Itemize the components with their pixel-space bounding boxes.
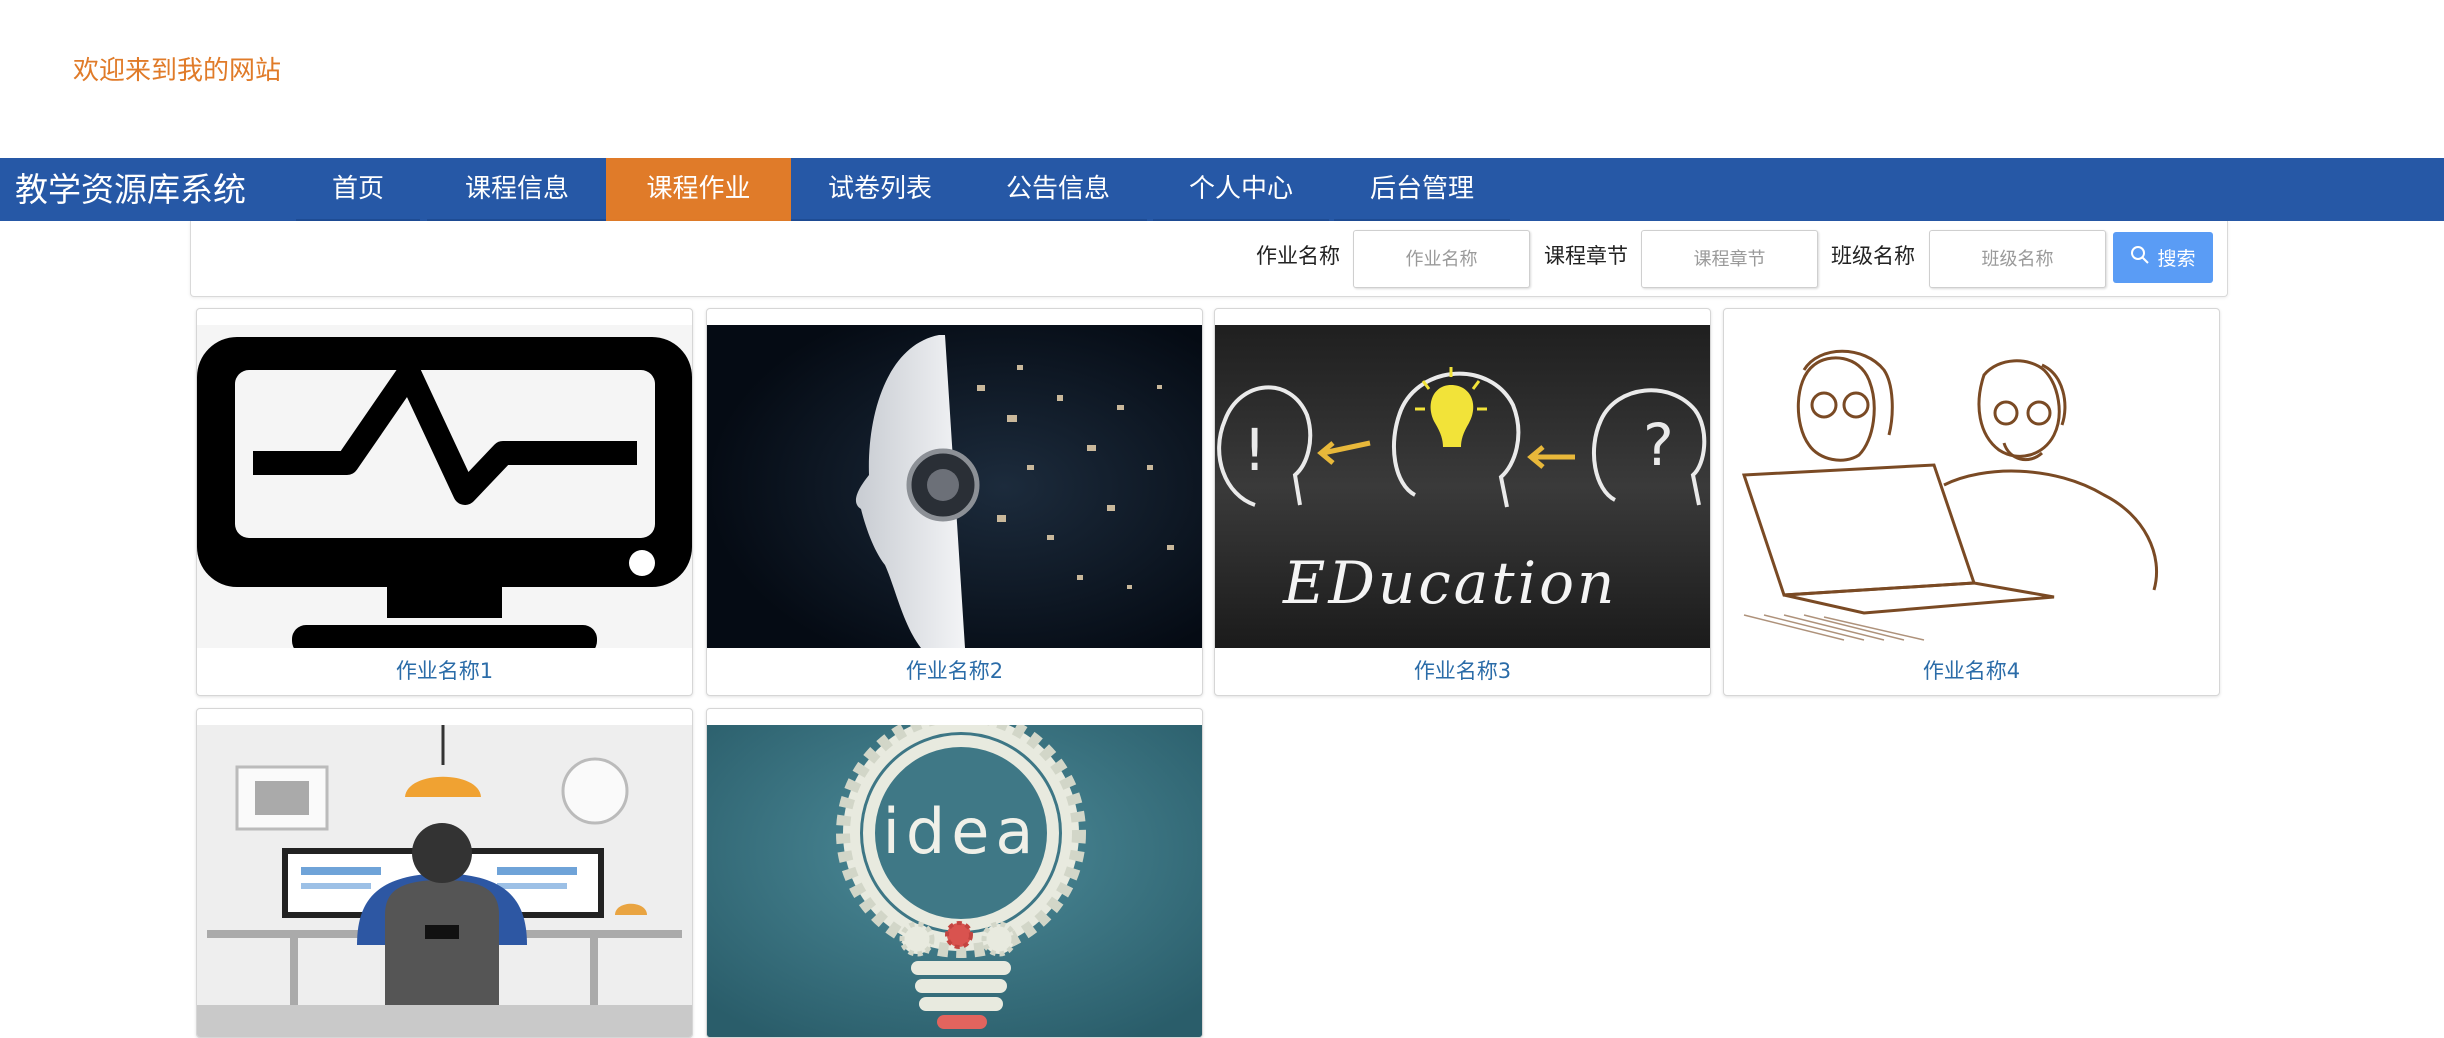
nav-item-course-info[interactable]: 课程信息 — [427, 158, 607, 221]
homework-card-5[interactable] — [196, 708, 693, 1038]
welcome-text: 欢迎来到我的网站 — [73, 56, 282, 86]
class-name-label: 班级名称 — [1831, 244, 1915, 268]
nav-item-course-homework[interactable]: 课程作业 — [606, 158, 791, 221]
search-button[interactable]: 搜索 — [2113, 232, 2213, 283]
idea-gear-bulb-image: idea — [707, 725, 1202, 1037]
svg-text:EDucation: EDucation — [1282, 549, 1617, 617]
monitor-heartbeat-icon — [197, 325, 692, 648]
homework-card-6[interactable]: idea — [706, 708, 1203, 1038]
site-brand: 教学资源库系统 — [15, 170, 246, 209]
nav-item-announcements[interactable]: 公告信息 — [969, 158, 1147, 221]
search-button-label: 搜索 — [2157, 248, 2196, 270]
card-title[interactable]: 作业名称3 — [1215, 651, 1710, 691]
office-worker-desk-image — [197, 725, 692, 1037]
course-chapter-label: 课程章节 — [1544, 244, 1628, 268]
homework-name-label: 作业名称 — [1256, 244, 1340, 268]
ai-robot-head-image — [707, 325, 1202, 648]
class-name-input[interactable] — [1929, 230, 2106, 288]
people-laptop-sketch-image — [1724, 325, 2219, 648]
course-chapter-input[interactable] — [1641, 230, 1818, 288]
svg-text:!: ! — [1243, 416, 1266, 484]
card-title[interactable]: 作业名称2 — [707, 651, 1202, 691]
homework-card-2[interactable]: 作业名称2 — [706, 308, 1203, 696]
search-icon — [2130, 245, 2150, 270]
nav-item-admin[interactable]: 后台管理 — [1334, 158, 1510, 221]
card-title[interactable]: 作业名称4 — [1724, 651, 2219, 691]
homework-card-3[interactable]: ! ? EDucation 作业名称3 — [1214, 308, 1711, 696]
homework-card-1[interactable]: 作业名称1 — [196, 308, 693, 696]
nav-item-exam-list[interactable]: 试卷列表 — [791, 158, 969, 221]
education-chalkboard-image: ! ? EDucation — [1215, 325, 1710, 648]
homework-card-4[interactable]: 作业名称4 — [1723, 308, 2220, 696]
nav-item-home[interactable]: 首页 — [296, 158, 420, 221]
svg-text:?: ? — [1643, 411, 1674, 479]
search-panel: 作业名称 课程章节 班级名称 搜索 — [190, 221, 2228, 297]
svg-text:idea: idea — [883, 795, 1040, 868]
card-title[interactable]: 作业名称1 — [197, 651, 692, 691]
homework-name-input[interactable] — [1353, 230, 1530, 288]
main-navbar: 教学资源库系统 首页 课程信息 课程作业 试卷列表 公告信息 个人中心 后台管理 — [0, 158, 2444, 221]
nav-item-personal-center[interactable]: 个人中心 — [1153, 158, 1329, 221]
